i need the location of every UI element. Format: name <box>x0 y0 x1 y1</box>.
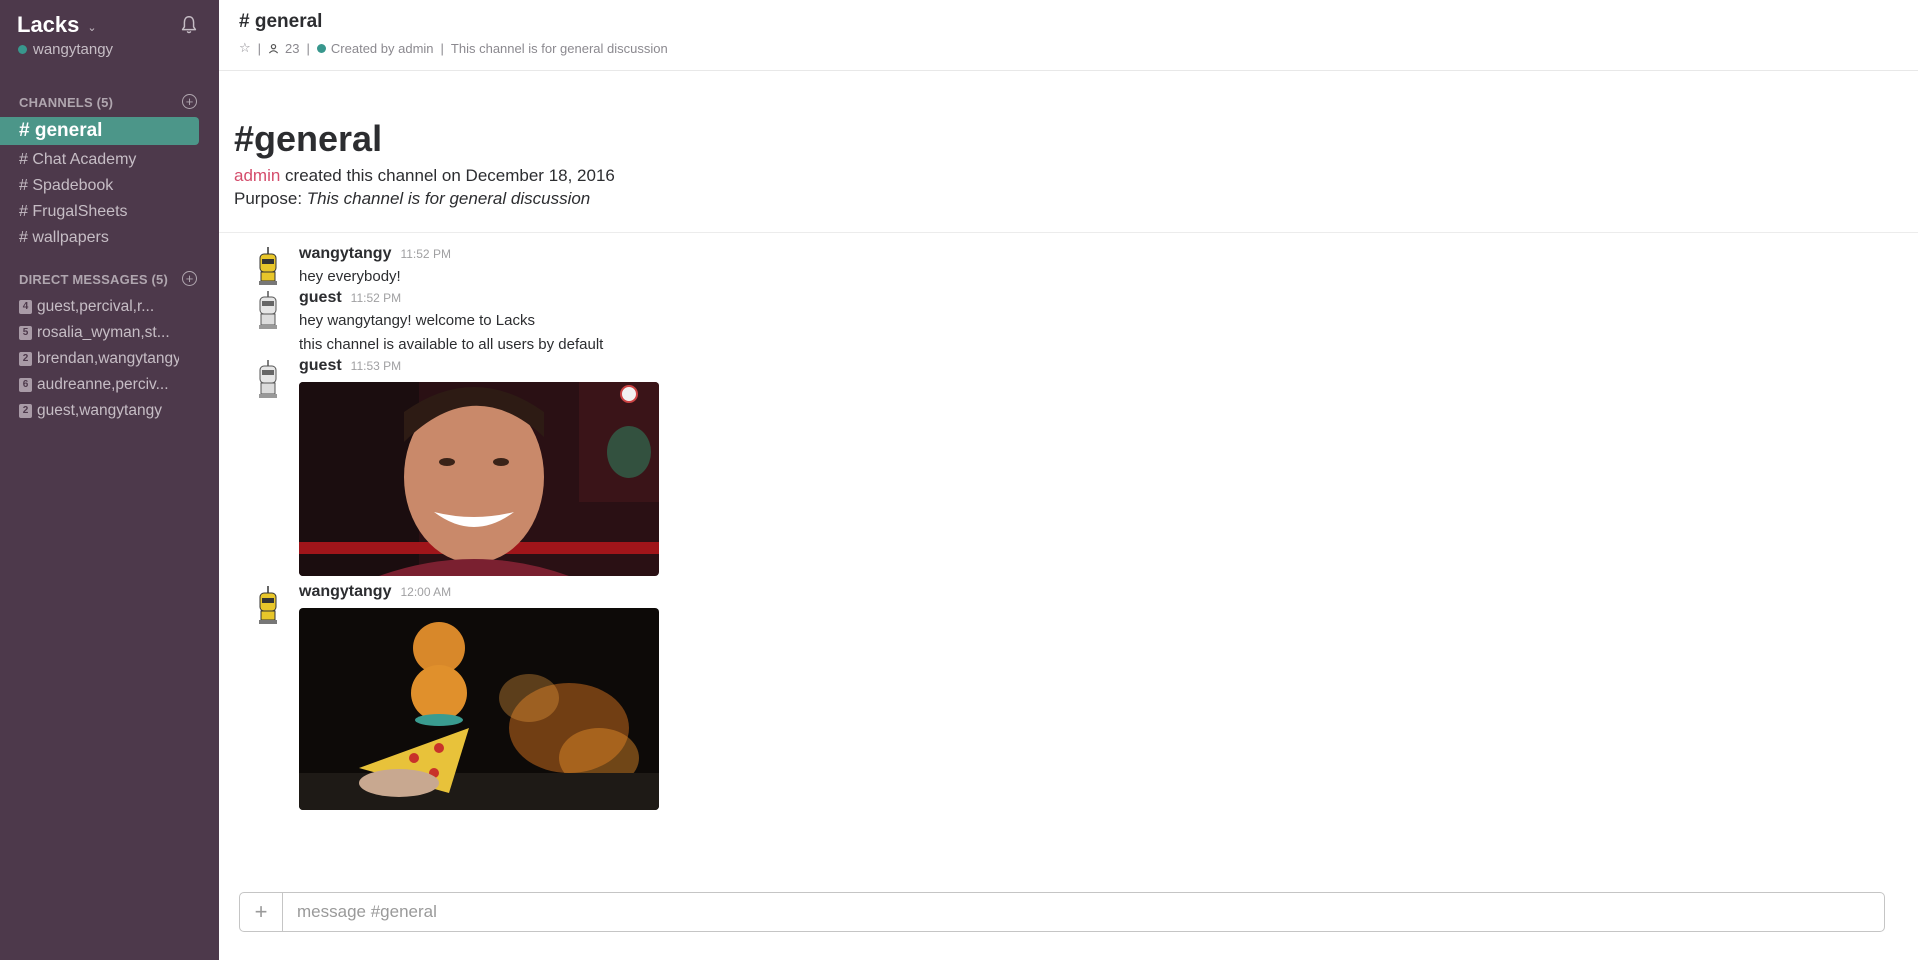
presence-dot-icon <box>18 45 27 54</box>
intro-purpose-text: This channel is for general discussion <box>306 189 591 208</box>
channel-purpose: This channel is for general discussion <box>450 40 668 56</box>
dm-label: audreanne,perciv... <box>37 376 169 393</box>
sidebar-item-spadebook[interactable]: # Spadebook <box>0 172 199 200</box>
channels-section-title[interactable]: CHANNELS (5) <box>19 95 113 110</box>
intro-title: #general <box>234 118 383 159</box>
gif-image[interactable] <box>299 382 659 576</box>
message-author[interactable]: guest 11:52 PM <box>299 289 401 307</box>
dm-item[interactable]: 2 brendan,wangytangy <box>19 347 179 371</box>
dm-member-count: 4 <box>19 300 32 314</box>
dm-item[interactable]: 4 guest,percival,r... <box>19 295 179 319</box>
channel-intro: #general admin created this channel on D… <box>234 118 1884 209</box>
dm-item[interactable]: 2 guest,wangytangy <box>19 399 179 423</box>
team-menu[interactable]: Lacks ⌄ <box>17 12 97 38</box>
add-channel-icon[interactable]: + <box>182 94 197 109</box>
intro-purpose-label: Purpose: <box>234 189 303 208</box>
message-author[interactable]: wangytangy 11:52 PM <box>299 245 451 263</box>
message-author-name[interactable]: wangytangy <box>299 583 391 600</box>
avatar[interactable] <box>253 585 283 625</box>
channel-created-by: Created by admin <box>330 40 434 56</box>
message-timestamp[interactable]: 11:52 PM <box>351 291 401 305</box>
message-author-name[interactable]: wangytangy <box>299 245 391 262</box>
sidebar-item-wallpapers[interactable]: # wallpapers <box>0 224 199 252</box>
dm-member-count: 6 <box>19 378 32 392</box>
avatar[interactable] <box>253 359 283 399</box>
channel-meta: ☆ | 23 | Created by admin | This channel… <box>239 40 668 56</box>
bell-icon[interactable] <box>178 14 200 36</box>
dm-label: rosalia_wyman,st... <box>37 324 170 341</box>
message-author-name[interactable]: guest <box>299 357 342 374</box>
member-icon[interactable] <box>268 43 279 54</box>
presence-dot-icon <box>316 43 326 53</box>
divider: | <box>257 40 262 56</box>
avatar[interactable] <box>253 246 283 286</box>
channel-header: # general ☆ | 23 | Created by admin | Th… <box>219 0 1918 71</box>
dm-member-count: 5 <box>19 326 32 340</box>
message-author-name[interactable]: guest <box>299 289 342 306</box>
current-user-name: wangytangy <box>33 41 114 58</box>
add-direct-message-icon[interactable]: + <box>182 271 197 286</box>
sidebar: Lacks ⌄ wangytangy CHANNELS (5) + # gene… <box>0 0 219 960</box>
message-text: this channel is available to all users b… <box>299 336 604 353</box>
message-input[interactable] <box>283 893 1884 931</box>
intro-divider <box>219 232 1918 233</box>
divider: | <box>306 40 310 56</box>
sidebar-item-frugalsheets[interactable]: # FrugalSheets <box>0 198 199 226</box>
intro-created-text: created this channel on December 18, 201… <box>285 166 615 185</box>
avatar[interactable] <box>253 290 283 330</box>
message-timestamp[interactable]: 11:53 PM <box>351 359 401 373</box>
chevron-down-icon[interactable]: ⌄ <box>87 21 96 34</box>
message-text: hey everybody! <box>299 268 401 285</box>
message-composer: + <box>239 892 1885 932</box>
direct-messages-section-title[interactable]: DIRECT MESSAGES (5) <box>19 272 168 287</box>
intro-created-line: admin created this channel on December 1… <box>234 166 1884 186</box>
gif-image[interactable] <box>299 608 659 810</box>
dm-label: guest,wangytangy <box>37 402 162 419</box>
creator-link[interactable]: admin <box>234 166 280 185</box>
sidebar-item-chat-academy[interactable]: # Chat Academy <box>0 146 199 174</box>
dm-label: brendan,wangytangy <box>37 350 179 367</box>
dm-item[interactable]: 5 rosalia_wyman,st... <box>19 321 179 345</box>
channel-title: # general <box>239 11 323 32</box>
attach-button[interactable]: + <box>240 893 283 931</box>
divider: | <box>440 40 444 56</box>
current-user[interactable]: wangytangy <box>18 41 113 58</box>
team-name[interactable]: Lacks <box>17 12 79 38</box>
dm-label: guest,percival,r... <box>37 298 155 315</box>
message-author[interactable]: guest 11:53 PM <box>299 357 401 375</box>
message-timestamp[interactable]: 11:52 PM <box>400 247 450 261</box>
dm-item[interactable]: 6 audreanne,perciv... <box>19 373 179 397</box>
dm-member-count: 2 <box>19 404 32 418</box>
intro-purpose-line: Purpose: This channel is for general dis… <box>234 189 1884 209</box>
message-author[interactable]: wangytangy 12:00 AM <box>299 583 451 601</box>
sidebar-item-general[interactable]: # general <box>0 117 199 145</box>
member-count[interactable]: 23 <box>285 41 299 56</box>
message-text: hey wangytangy! welcome to Lacks <box>299 312 535 329</box>
dm-member-count: 2 <box>19 352 32 366</box>
star-icon[interactable]: ☆ <box>239 40 251 56</box>
message-timestamp[interactable]: 12:00 AM <box>400 585 451 599</box>
